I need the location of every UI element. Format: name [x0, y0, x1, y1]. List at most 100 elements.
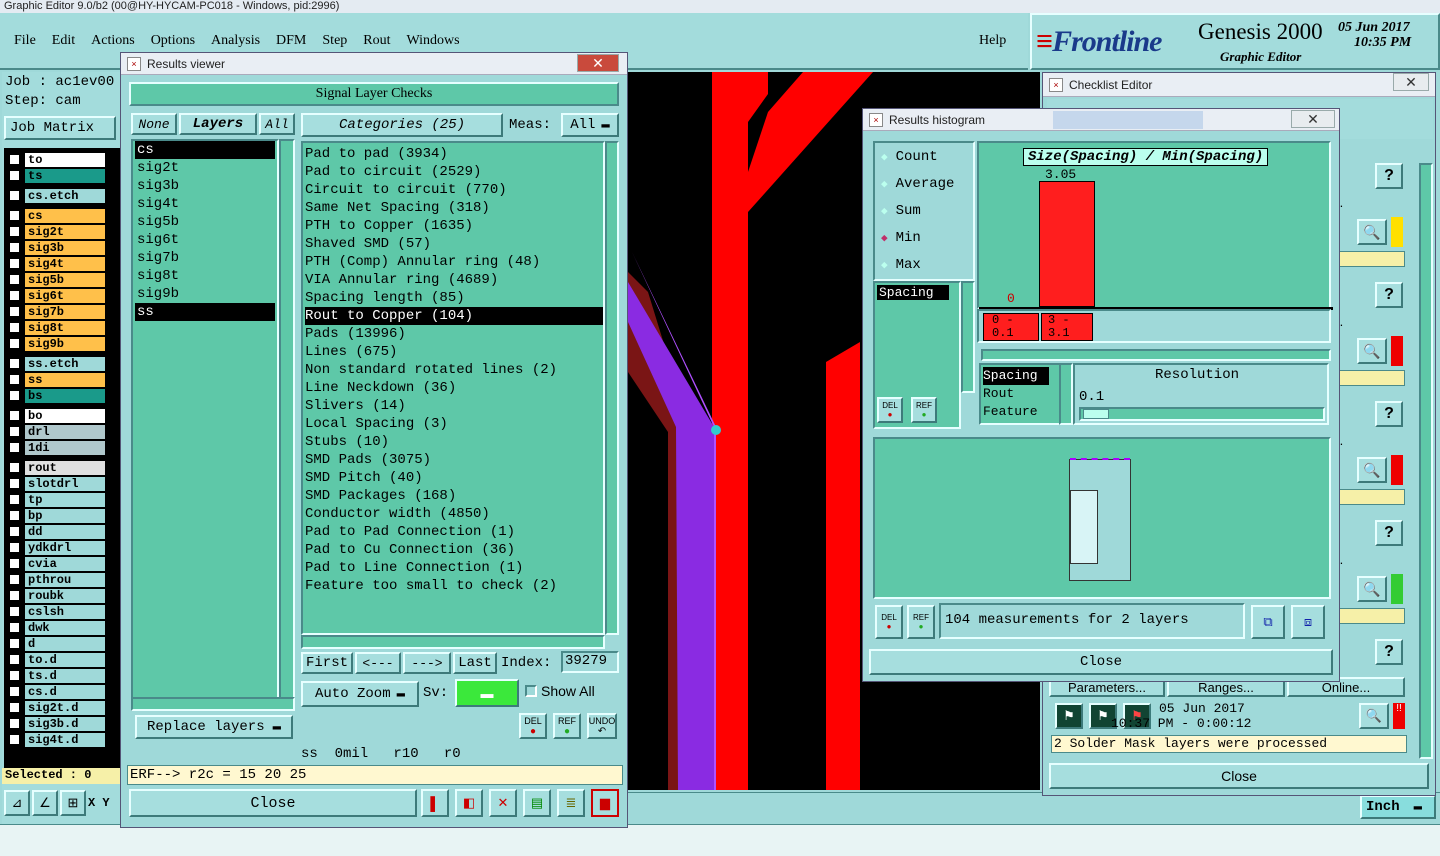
stat-option-max[interactable]: ◆ Max [875, 251, 973, 278]
layer-results-list[interactable]: cs sig2t sig3b sig4t sig5b sig6t sig7b sig8t sig… [131, 139, 279, 699]
layer-row[interactable]: sig6t [8, 288, 105, 303]
bin-0[interactable]: 0 - 0.1 [983, 313, 1039, 341]
help-icon[interactable]: ? [1375, 520, 1403, 546]
layer-checkbox[interactable] [8, 573, 21, 586]
histogram-bar[interactable] [1039, 181, 1095, 307]
zoom-icon[interactable]: 🔍 [1357, 457, 1387, 483]
layer-checkbox[interactable] [8, 425, 21, 438]
hist-ref-button[interactable]: REF ● [911, 397, 937, 423]
radio-icon[interactable]: ◆ [881, 177, 888, 191]
layer-checkbox[interactable] [8, 337, 21, 350]
layer-row[interactable]: ts [8, 168, 105, 183]
layer-checkbox[interactable] [8, 169, 21, 182]
layer-row[interactable]: d [8, 636, 105, 651]
measure-tool-icon[interactable]: ∠ [32, 790, 58, 816]
layer-row[interactable]: cvia [8, 556, 105, 571]
radio-icon[interactable]: ◆ [881, 258, 888, 272]
group-item[interactable]: Spacing [983, 367, 1049, 385]
layer-checkbox[interactable] [8, 373, 21, 386]
meas-select[interactable]: All ▬ [561, 113, 619, 137]
result-layer-item[interactable]: sig3b [135, 177, 275, 195]
last-button[interactable]: Last [453, 652, 497, 674]
layer-row[interactable]: ss [8, 372, 105, 387]
prev-button[interactable]: <--- [355, 652, 401, 674]
stat-option-count[interactable]: ◆ Count [875, 143, 973, 170]
grid-tool-icon[interactable]: ⊞ [60, 790, 86, 816]
layer-row[interactable]: sig4t.d [8, 732, 105, 747]
all-button[interactable]: All [259, 113, 295, 135]
layer-checkbox[interactable] [8, 669, 21, 682]
category-item[interactable]: Pad to Cu Connection (36) [305, 541, 603, 559]
level-icon[interactable]: ▤ [523, 789, 551, 817]
zoom-selected-icon[interactable]: ⧉ [1251, 605, 1285, 639]
zoom-icon[interactable]: 🔍 [1357, 576, 1387, 602]
layer-row[interactable]: roubk [8, 588, 105, 603]
layer-checkbox[interactable] [8, 653, 21, 666]
category-item[interactable]: PTH to Copper (1635) [305, 217, 603, 235]
resolution-slider[interactable] [1079, 407, 1325, 421]
categories-button[interactable]: Categories (25) [301, 113, 503, 137]
bins-hscrollbar[interactable] [981, 349, 1331, 361]
layer-row[interactable]: sig5b [8, 272, 105, 287]
zoom-icon[interactable]: 🔍 [1357, 219, 1387, 245]
result-layer-item[interactable]: sig9b [135, 285, 275, 303]
layer-row[interactable]: dwk [8, 620, 105, 635]
layer-checkbox[interactable] [8, 525, 21, 538]
radio-icon[interactable]: ◆ [881, 204, 888, 218]
categories-hscrollbar[interactable] [301, 635, 605, 649]
histogram-close-icon[interactable]: ✕ [1291, 110, 1335, 128]
layer-row[interactable]: sig3b [8, 240, 105, 255]
result-layer-item[interactable]: sig4t [135, 195, 275, 213]
layers-button[interactable]: Layers [179, 113, 257, 135]
help-icon[interactable]: ? [1375, 639, 1403, 665]
category-item[interactable]: Slivers (14) [305, 397, 603, 415]
group-item[interactable]: Rout [983, 385, 1057, 403]
layer-row[interactable]: tp [8, 492, 105, 507]
result-layer-item[interactable]: ss [135, 303, 275, 321]
histogram-icon[interactable]: ▆ [591, 789, 619, 817]
layer-checkbox[interactable] [8, 225, 21, 238]
replace-layers-select[interactable]: Replace layers ▬ [135, 715, 293, 739]
layer-checkbox[interactable] [8, 477, 21, 490]
layer-row[interactable]: sig8t [8, 320, 105, 335]
bars-icon[interactable]: ▌ [421, 789, 449, 817]
layer-row[interactable]: 1di [8, 440, 105, 455]
layers-scrollbar[interactable] [279, 139, 295, 699]
select-tool-icon[interactable]: ⊿ [4, 790, 30, 816]
help-icon[interactable]: ? [1375, 282, 1403, 308]
layer-checkbox[interactable] [8, 701, 21, 714]
stat-option-average[interactable]: ◆ Average [875, 170, 973, 197]
help-icon[interactable]: ? [1375, 401, 1403, 427]
layer-checkbox[interactable] [8, 461, 21, 474]
checklist-scrollbar[interactable] [1419, 163, 1433, 759]
layer-checkbox[interactable] [8, 305, 21, 318]
layer-checkbox[interactable] [8, 637, 21, 650]
histogram-close-button[interactable]: Close [869, 649, 1333, 675]
category-item[interactable]: Spacing length (85) [305, 289, 603, 307]
next-button[interactable]: ---> [403, 652, 451, 674]
category-item[interactable]: SMD Pads (3075) [305, 451, 603, 469]
menu-dfm[interactable]: DFM [276, 33, 306, 49]
category-item[interactable]: Circuit to circuit (770) [305, 181, 603, 199]
categories-scrollbar[interactable] [605, 141, 619, 635]
histogram-item[interactable]: Spacing [877, 285, 949, 300]
layer-checkbox[interactable] [8, 733, 21, 746]
layer-row[interactable]: drl [8, 424, 105, 439]
category-item[interactable]: Lines (675) [305, 343, 603, 361]
category-item[interactable]: Conductor width (4850) [305, 505, 603, 523]
category-item[interactable]: Pad to pad (3934) [305, 145, 603, 163]
del-button[interactable]: DEL ● [519, 713, 547, 739]
layer-checkbox[interactable] [8, 605, 21, 618]
layer-checkbox[interactable] [8, 441, 21, 454]
result-layer-item[interactable]: sig8t [135, 267, 275, 285]
layer-checkbox[interactable] [8, 717, 21, 730]
layer-row[interactable]: sig3b.d [8, 716, 105, 731]
category-item[interactable]: Pads (13996) [305, 325, 603, 343]
stat-option-sum[interactable]: ◆ Sum [875, 197, 973, 224]
layer-row[interactable]: slotdrl [8, 476, 105, 491]
results-close-button[interactable]: Close [129, 789, 417, 817]
first-button[interactable]: First [301, 652, 353, 674]
layer-row[interactable]: to [8, 152, 105, 167]
group-list-scrollbar[interactable] [1059, 363, 1073, 425]
categories-list[interactable]: Pad to pad (3934) Pad to circuit (2529) Ci… [301, 141, 605, 635]
